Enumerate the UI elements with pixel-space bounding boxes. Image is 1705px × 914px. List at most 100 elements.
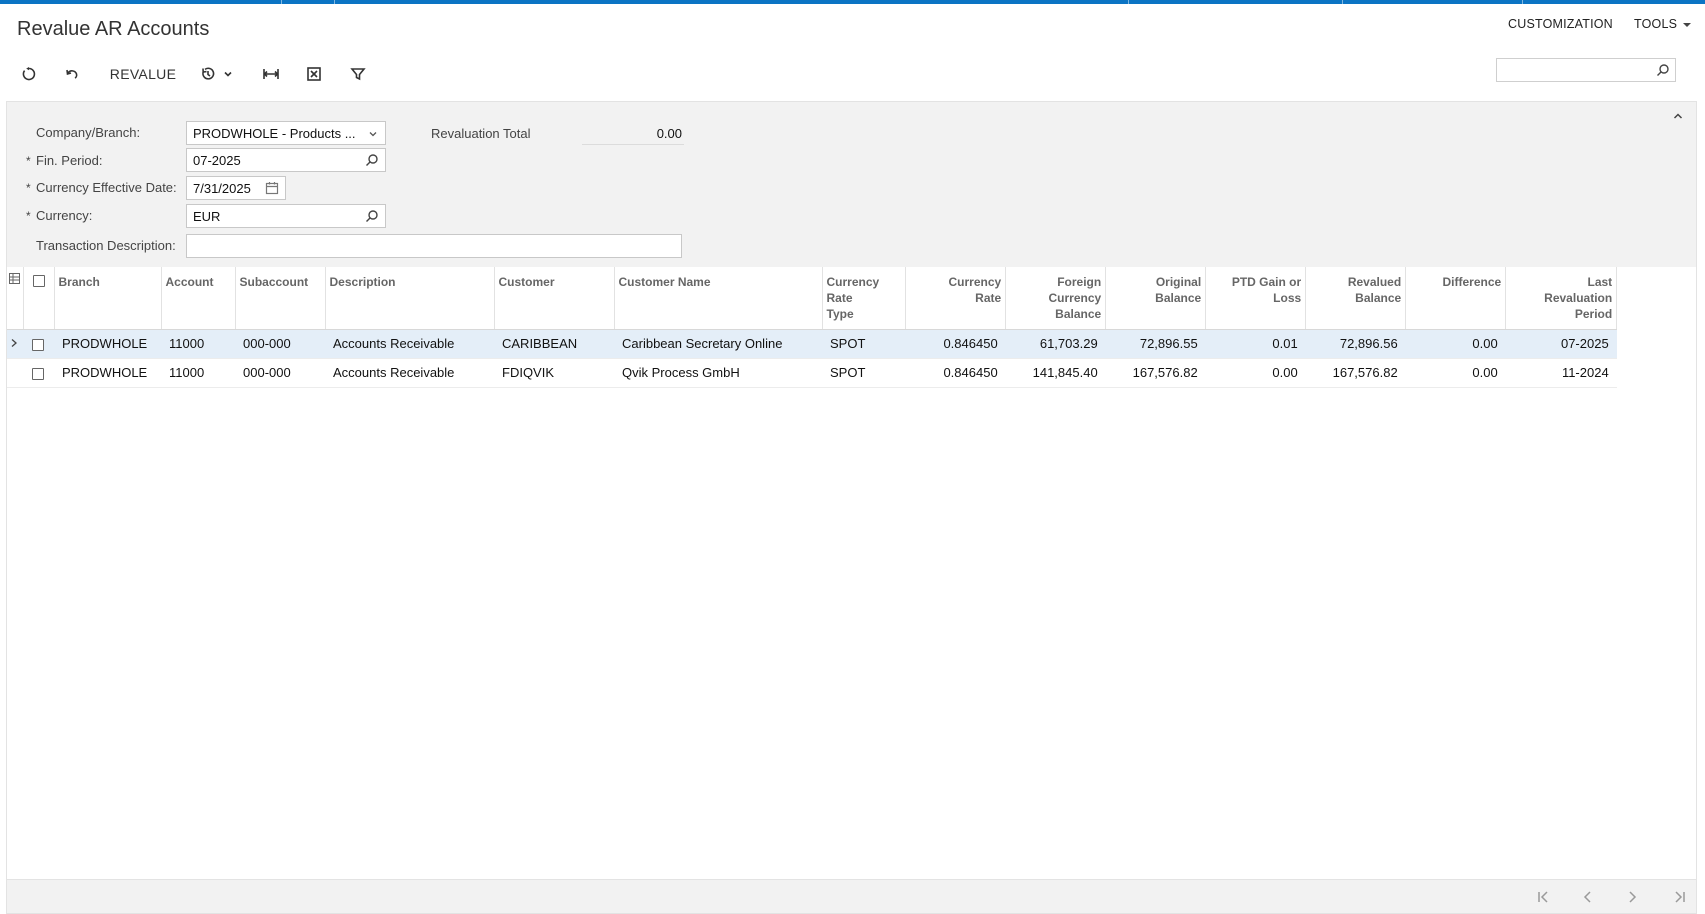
column-header-revalued-balance[interactable]: Revalued Balance <box>1305 267 1407 330</box>
column-header-currency-rate-type[interactable]: Currency Rate Type <box>822 267 907 330</box>
cell-revalued-balance[interactable]: 72,896.56 <box>1305 329 1406 359</box>
first-page-icon <box>1538 891 1548 903</box>
cell-foreign-currency-balance[interactable]: 61,703.29 <box>1005 329 1106 359</box>
column-header-customer[interactable]: Customer <box>494 267 615 330</box>
column-settings-icon[interactable] <box>9 273 20 284</box>
column-header-currency-rate[interactable]: Currency Rate <box>905 267 1007 330</box>
revalue-button[interactable]: REVALUE <box>106 63 180 85</box>
collapse-chevron-up-icon[interactable] <box>1672 110 1684 122</box>
cell-description[interactable]: Accounts Receivable <box>325 358 494 388</box>
cell-currency-rate[interactable]: 0.846450 <box>905 358 1006 388</box>
cell-account[interactable]: 11000 <box>161 358 235 388</box>
cell-description[interactable]: Accounts Receivable <box>325 329 494 359</box>
undo-button[interactable] <box>61 63 83 85</box>
excel-icon <box>307 67 321 81</box>
cell-ptd-gain-or-loss[interactable]: 0.00 <box>1205 358 1306 388</box>
refresh-button[interactable] <box>18 63 40 85</box>
column-header-foreign-currency-balance[interactable]: Foreign Currency Balance <box>1005 267 1107 330</box>
tools-menu[interactable]: TOOLS <box>1634 17 1692 31</box>
customization-menu[interactable]: CUSTOMIZATION <box>1508 17 1613 31</box>
cell-subaccount[interactable]: 000-000 <box>235 329 325 359</box>
required-mark: * <box>26 181 31 195</box>
cell-subaccount[interactable]: 000-000 <box>235 358 325 388</box>
company-branch-select[interactable]: PRODWHOLE - Products ... <box>186 121 386 145</box>
tools-label: TOOLS <box>1634 17 1678 31</box>
export-excel-button[interactable] <box>303 63 325 85</box>
last-page-button[interactable] <box>1671 889 1687 908</box>
cell-difference[interactable]: 0.00 <box>1405 329 1506 359</box>
cell-original-balance[interactable]: 72,896.55 <box>1105 329 1206 359</box>
currency-effective-date-field[interactable]: 7/31/2025 <box>186 176 286 200</box>
search-input[interactable] <box>1497 59 1647 81</box>
first-page-button[interactable] <box>1536 889 1552 908</box>
column-header-difference[interactable]: Difference <box>1405 267 1507 330</box>
fin-period-value: 07-2025 <box>193 152 241 168</box>
cell-customer-name[interactable]: Caribbean Secretary Online <box>614 329 822 359</box>
cell-difference[interactable]: 0.00 <box>1405 358 1506 388</box>
column-header-original-balance[interactable]: Original Balance <box>1105 267 1207 330</box>
cell-account[interactable]: 11000 <box>161 329 235 359</box>
next-page-button[interactable] <box>1624 889 1640 908</box>
cell-currency-rate[interactable]: 0.846450 <box>905 329 1006 359</box>
column-header-description[interactable]: Description <box>325 267 495 330</box>
column-header-last-revaluation-period[interactable]: Last Revaluation Period <box>1505 267 1618 330</box>
lookup-search-icon[interactable] <box>365 153 379 167</box>
cell-customer-name[interactable]: Qvik Process GmbH <box>614 358 822 388</box>
select-all-checkbox[interactable] <box>32 274 45 287</box>
revaluation-table: Branch Account Subaccount Description Cu… <box>7 267 1618 388</box>
table-header-row: Branch Account Subaccount Description Cu… <box>7 267 1618 330</box>
cell-original-balance[interactable]: 167,576.82 <box>1105 358 1206 388</box>
transaction-description-input[interactable] <box>186 234 682 258</box>
row-select-cell[interactable] <box>23 358 54 388</box>
required-mark: * <box>26 154 31 168</box>
required-mark: * <box>26 209 31 223</box>
refresh-icon <box>22 67 36 81</box>
fit-columns-button[interactable] <box>260 63 282 85</box>
currency-field[interactable]: EUR <box>186 204 386 228</box>
column-header-customer-name[interactable]: Customer Name <box>614 267 823 330</box>
revaluation-grid: Branch Account Subaccount Description Cu… <box>6 267 1697 879</box>
currency-label: * Currency: <box>26 208 93 223</box>
column-header-branch[interactable]: Branch <box>54 267 162 330</box>
row-select-cell[interactable] <box>23 329 54 359</box>
search-icon[interactable] <box>1656 63 1670 77</box>
cell-foreign-currency-balance[interactable]: 141,845.40 <box>1005 358 1106 388</box>
previous-page-button[interactable] <box>1580 889 1596 908</box>
cell-branch[interactable]: PRODWHOLE <box>54 358 161 388</box>
row-checkbox[interactable] <box>32 367 44 380</box>
lookup-search-icon[interactable] <box>365 209 379 223</box>
revaluation-total-underline <box>582 144 684 145</box>
cell-currency-rate-type[interactable]: SPOT <box>822 358 906 388</box>
cell-currency-rate-type[interactable]: SPOT <box>822 329 906 359</box>
cell-last-revaluation-period[interactable]: 11-2024 <box>1505 358 1617 388</box>
column-header-ptd-gain-or-loss[interactable]: PTD Gain or Loss <box>1205 267 1307 330</box>
chevron-right-icon <box>1629 891 1637 903</box>
table-row[interactable]: PRODWHOLE 11000 000-000 Accounts Receiva… <box>7 329 1617 359</box>
cell-branch[interactable]: PRODWHOLE <box>54 329 161 359</box>
calendar-icon[interactable] <box>265 181 279 195</box>
top-accent-bar <box>0 0 1705 4</box>
column-header-subaccount[interactable]: Subaccount <box>235 267 326 330</box>
chevron-left-icon <box>1583 891 1591 903</box>
row-checkbox[interactable] <box>32 338 44 351</box>
column-header-account[interactable]: Account <box>161 267 236 330</box>
filter-button[interactable] <box>347 63 369 85</box>
currency-label-text: Currency: <box>36 208 93 223</box>
cell-customer[interactable]: FDIQVIK <box>494 358 614 388</box>
cell-revalued-balance[interactable]: 167,576.82 <box>1305 358 1406 388</box>
fin-period-label: * Fin. Period: <box>26 153 102 168</box>
fin-period-field[interactable]: 07-2025 <box>186 148 386 172</box>
search-box[interactable] <box>1496 58 1676 82</box>
select-all-cell[interactable] <box>23 267 55 330</box>
column-settings-cell[interactable] <box>7 267 24 330</box>
company-branch-value: PRODWHOLE - Products ... <box>193 125 356 141</box>
currency-effective-date-label-text: Currency Effective Date: <box>36 180 177 195</box>
cell-last-revaluation-period[interactable]: 07-2025 <box>1505 329 1617 359</box>
cell-customer[interactable]: CARIBBEAN <box>494 329 614 359</box>
row-indicator-cell <box>7 358 23 388</box>
history-menu-button[interactable] <box>197 63 237 85</box>
cell-ptd-gain-or-loss[interactable]: 0.01 <box>1205 329 1306 359</box>
last-page-icon <box>1675 891 1685 903</box>
fit-width-icon <box>263 69 279 79</box>
table-row[interactable]: PRODWHOLE 11000 000-000 Accounts Receiva… <box>7 358 1617 388</box>
